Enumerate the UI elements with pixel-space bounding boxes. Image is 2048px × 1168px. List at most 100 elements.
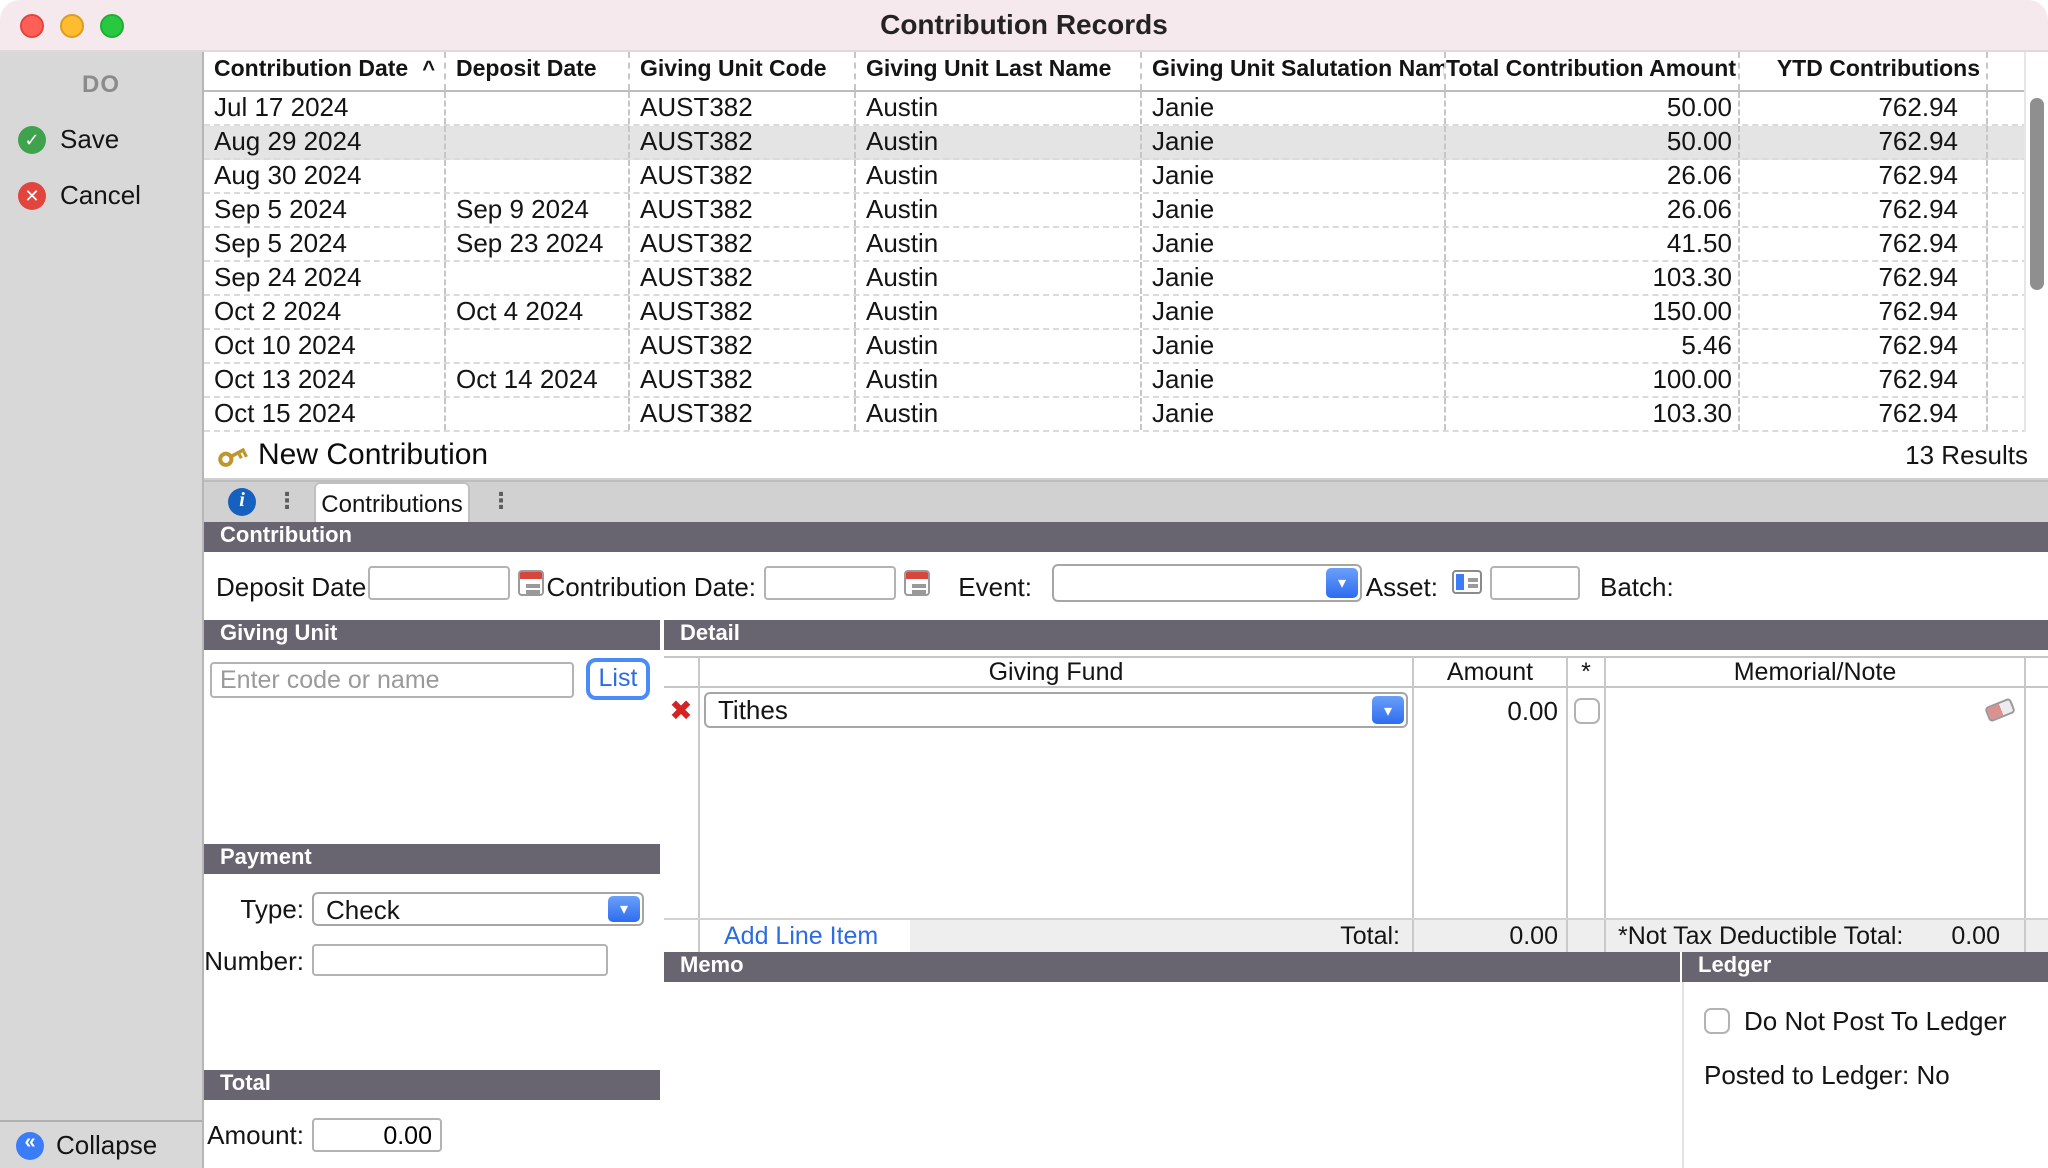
cell-deposit-date[interactable]: Oct 4 2024 <box>446 296 630 328</box>
cell-ytd[interactable]: 762.94 <box>1740 228 1988 260</box>
cell-salutation[interactable]: Janie <box>1142 126 1446 158</box>
cell-contribution-date[interactable]: Aug 29 2024 <box>204 126 446 158</box>
cell-last-name[interactable]: Austin <box>856 262 1142 294</box>
collapse-sidebar-button[interactable]: « Collapse <box>0 1120 202 1168</box>
cell-ytd[interactable]: 762.94 <box>1740 194 1988 226</box>
cell-giving-unit-code[interactable]: AUST382 <box>630 398 856 430</box>
chevron-down-icon[interactable]: ▾ <box>1326 568 1358 598</box>
cell-deposit-date[interactable] <box>446 398 630 430</box>
memorial-note-cell[interactable] <box>1606 688 2026 732</box>
save-button[interactable]: ✓ Save <box>18 124 202 154</box>
cell-ytd[interactable]: 762.94 <box>1740 160 1988 192</box>
cell-amount[interactable]: 5.46 <box>1446 330 1740 362</box>
cell-ytd[interactable]: 762.94 <box>1740 92 1988 124</box>
chevron-down-icon[interactable]: ▾ <box>1372 696 1404 724</box>
cell-salutation[interactable]: Janie <box>1142 398 1446 430</box>
cell-salutation[interactable]: Janie <box>1142 364 1446 396</box>
table-scrollbar[interactable] <box>2024 52 2048 432</box>
payment-number-input[interactable] <box>312 944 608 976</box>
deposit-date-input[interactable] <box>368 566 510 600</box>
column-header-giving-unit-code[interactable]: Giving Unit Code <box>630 52 856 90</box>
add-line-item-button[interactable]: Add Line Item <box>700 920 910 952</box>
cell-salutation[interactable]: Janie <box>1142 228 1446 260</box>
cell-giving-unit-code[interactable]: AUST382 <box>630 262 856 294</box>
do-not-post-checkbox[interactable] <box>1704 1008 1730 1034</box>
cell-amount[interactable]: 103.30 <box>1446 398 1740 430</box>
cell-deposit-date[interactable] <box>446 262 630 294</box>
cell-giving-unit-code[interactable]: AUST382 <box>630 126 856 158</box>
cell-giving-unit-code[interactable]: AUST382 <box>630 194 856 226</box>
table-row[interactable]: Sep 5 2024 Sep 9 2024 AUST382 Austin Jan… <box>204 194 2048 228</box>
giving-unit-search-input[interactable] <box>210 661 574 697</box>
cell-amount[interactable]: 26.06 <box>1446 160 1740 192</box>
zoom-window-button[interactable] <box>100 14 124 38</box>
cell-last-name[interactable]: Austin <box>856 194 1142 226</box>
cell-deposit-date[interactable] <box>446 330 630 362</box>
delete-line-icon[interactable]: ✖ <box>664 690 698 730</box>
table-row[interactable]: Oct 15 2024 AUST382 Austin Janie 103.30 … <box>204 398 2048 432</box>
cell-amount[interactable]: 103.30 <box>1446 262 1740 294</box>
cell-last-name[interactable]: Austin <box>856 364 1142 396</box>
cell-last-name[interactable]: Austin <box>856 92 1142 124</box>
contribution-date-input[interactable] <box>764 566 896 600</box>
cell-salutation[interactable]: Janie <box>1142 296 1446 328</box>
cell-salutation[interactable]: Janie <box>1142 330 1446 362</box>
line-amount-cell[interactable]: 0.00 <box>1414 688 1568 732</box>
info-icon[interactable]: i <box>228 488 256 516</box>
cell-contribution-date[interactable]: Sep 5 2024 <box>204 228 446 260</box>
tab-contributions[interactable]: Contributions <box>314 482 470 522</box>
cell-salutation[interactable]: Janie <box>1142 92 1446 124</box>
cell-ytd[interactable]: 762.94 <box>1740 398 1988 430</box>
cell-salutation[interactable]: Janie <box>1142 160 1446 192</box>
eraser-icon[interactable] <box>1984 697 2016 722</box>
list-button[interactable]: List <box>586 658 650 700</box>
cell-deposit-date[interactable]: Sep 9 2024 <box>446 194 630 226</box>
table-row[interactable]: Sep 24 2024 AUST382 Austin Janie 103.30 … <box>204 262 2048 296</box>
cell-last-name[interactable]: Austin <box>856 398 1142 430</box>
column-header-total-amount[interactable]: Total Contribution Amount <box>1446 52 1740 90</box>
table-row-selected[interactable]: Aug 29 2024 AUST382 Austin Janie 50.00 7… <box>204 126 2048 160</box>
table-row[interactable]: Aug 30 2024 AUST382 Austin Janie 26.06 7… <box>204 160 2048 194</box>
cell-ytd[interactable]: 762.94 <box>1740 296 1988 328</box>
total-amount-input[interactable] <box>312 1118 442 1152</box>
cell-giving-unit-code[interactable]: AUST382 <box>630 92 856 124</box>
asset-input[interactable] <box>1490 566 1580 600</box>
table-row[interactable]: Sep 5 2024 Sep 23 2024 AUST382 Austin Ja… <box>204 228 2048 262</box>
column-header-contribution-date[interactable]: Contribution Date^ <box>204 52 446 90</box>
calendar-icon[interactable] <box>518 570 544 596</box>
close-window-button[interactable] <box>20 14 44 38</box>
cell-deposit-date[interactable]: Oct 14 2024 <box>446 364 630 396</box>
asset-lookup-icon[interactable] <box>1452 570 1482 594</box>
column-header-ytd[interactable]: YTD Contributions <box>1740 52 1988 90</box>
cell-deposit-date[interactable] <box>446 92 630 124</box>
cell-giving-unit-code[interactable]: AUST382 <box>630 296 856 328</box>
cell-ytd[interactable]: 762.94 <box>1740 364 1988 396</box>
cell-contribution-date[interactable]: Sep 24 2024 <box>204 262 446 294</box>
table-scrollbar-thumb[interactable] <box>2030 98 2044 290</box>
cell-contribution-date[interactable]: Oct 15 2024 <box>204 398 446 430</box>
cell-contribution-date[interactable]: Sep 5 2024 <box>204 194 446 226</box>
payment-type-select[interactable]: Check ▾ <box>312 892 644 926</box>
column-header-salutation[interactable]: Giving Unit Salutation Name <box>1142 52 1446 90</box>
cell-amount[interactable]: 50.00 <box>1446 126 1740 158</box>
cell-contribution-date[interactable]: Oct 10 2024 <box>204 330 446 362</box>
cell-amount[interactable]: 41.50 <box>1446 228 1740 260</box>
cell-amount[interactable]: 26.06 <box>1446 194 1740 226</box>
cell-contribution-date[interactable]: Jul 17 2024 <box>204 92 446 124</box>
event-select[interactable]: ▾ <box>1052 564 1362 602</box>
cell-deposit-date[interactable]: Sep 23 2024 <box>446 228 630 260</box>
cell-last-name[interactable]: Austin <box>856 330 1142 362</box>
cell-last-name[interactable]: Austin <box>856 160 1142 192</box>
table-row[interactable]: Oct 2 2024 Oct 4 2024 AUST382 Austin Jan… <box>204 296 2048 330</box>
cell-contribution-date[interactable]: Aug 30 2024 <box>204 160 446 192</box>
cell-deposit-date[interactable] <box>446 160 630 192</box>
cell-last-name[interactable]: Austin <box>856 296 1142 328</box>
cancel-button[interactable]: ✕ Cancel <box>18 180 202 210</box>
table-row[interactable]: Jul 17 2024 AUST382 Austin Janie 50.00 7… <box>204 92 2048 126</box>
cell-giving-unit-code[interactable]: AUST382 <box>630 364 856 396</box>
cell-contribution-date[interactable]: Oct 13 2024 <box>204 364 446 396</box>
cell-giving-unit-code[interactable]: AUST382 <box>630 160 856 192</box>
column-header-deposit-date[interactable]: Deposit Date <box>446 52 630 90</box>
calendar-icon[interactable] <box>904 570 930 596</box>
cell-deposit-date[interactable] <box>446 126 630 158</box>
